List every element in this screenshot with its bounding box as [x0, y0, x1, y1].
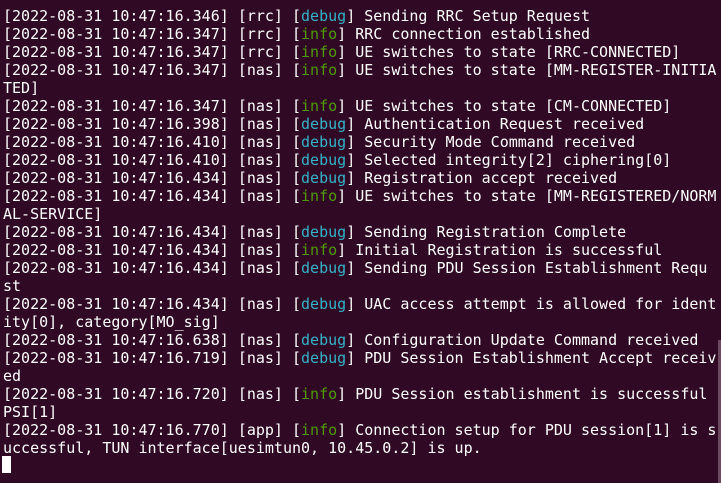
log-line: [2022-08-31 10:47:16.347] [rrc] [info] R… [3, 25, 591, 43]
log-module: [nas] [237, 133, 283, 151]
log-level: info [301, 25, 338, 43]
log-level: info [301, 61, 338, 79]
log-level: info [301, 187, 338, 205]
log-level: debug [301, 331, 347, 349]
log-line: [2022-08-31 10:47:16.347] [nas] [info] U… [3, 61, 717, 79]
log-level: debug [301, 295, 347, 313]
log-level: info [301, 241, 338, 259]
log-level: debug [301, 259, 347, 277]
log-message: PDU Session establishment is successful [355, 385, 708, 403]
log-timestamp: [2022-08-31 10:47:16.434] [3, 169, 229, 187]
log-message: Security Mode Command received [364, 133, 636, 151]
log-line: [2022-08-31 10:47:16.434] [nas] [debug] … [3, 169, 618, 187]
log-timestamp: [2022-08-31 10:47:16.347] [3, 97, 229, 115]
log-timestamp: [2022-08-31 10:47:16.347] [3, 25, 229, 43]
log-message: Initial Registration is successful [355, 241, 663, 259]
log-level: info [301, 421, 338, 439]
log-message: PDU Session Establishment Accept receiv [364, 349, 717, 367]
log-timestamp: [2022-08-31 10:47:16.434] [3, 259, 229, 277]
log-message: UE switches to state [CM-CONNECTED] [355, 97, 672, 115]
log-module: [app] [237, 421, 283, 439]
log-line-continuation: TED] [3, 79, 40, 97]
log-message: Connection setup for PDU session[1] is s [355, 421, 717, 439]
log-message: UAC access attempt is allowed for ident [364, 295, 717, 313]
log-line-continuation: ity[0], category[MO_sig] [3, 313, 220, 331]
log-line: [2022-08-31 10:47:16.410] [nas] [debug] … [3, 133, 636, 151]
log-level: info [301, 43, 338, 61]
log-level: debug [301, 7, 347, 25]
log-message: Selected integrity[2] ciphering[0] [364, 151, 672, 169]
log-module: [rrc] [237, 43, 283, 61]
log-message: UE switches to state [MM-REGISTER-INITIA [355, 61, 717, 79]
terminal-window[interactable]: [2022-08-31 10:47:16.346] [rrc] [debug] … [0, 0, 721, 483]
log-message: RRC connection established [355, 25, 591, 43]
log-timestamp: [2022-08-31 10:47:16.434] [3, 295, 229, 313]
log-timestamp: [2022-08-31 10:47:16.347] [3, 61, 229, 79]
log-timestamp: [2022-08-31 10:47:16.638] [3, 331, 229, 349]
log-level: debug [301, 223, 347, 241]
log-timestamp: [2022-08-31 10:47:16.770] [3, 421, 229, 439]
log-module: [nas] [237, 61, 283, 79]
log-module: [rrc] [237, 25, 283, 43]
log-timestamp: [2022-08-31 10:47:16.720] [3, 385, 229, 403]
log-level: debug [301, 115, 347, 133]
log-level: debug [301, 133, 347, 151]
log-timestamp: [2022-08-31 10:47:16.434] [3, 187, 229, 205]
log-level: debug [301, 169, 347, 187]
log-module: [nas] [237, 97, 283, 115]
log-line-continuation: st [3, 277, 22, 295]
log-message: Sending PDU Session Establishment Requ [364, 259, 708, 277]
log-timestamp: [2022-08-31 10:47:16.410] [3, 151, 229, 169]
log-module: [nas] [237, 241, 283, 259]
log-line: [2022-08-31 10:47:16.410] [nas] [debug] … [3, 151, 672, 169]
log-level: info [301, 97, 338, 115]
log-module: [nas] [237, 349, 283, 367]
log-line: [2022-08-31 10:47:16.434] [nas] [info] U… [3, 187, 717, 205]
log-module: [nas] [237, 115, 283, 133]
log-line: [2022-08-31 10:47:16.434] [nas] [debug] … [3, 259, 708, 277]
log-line: [2022-08-31 10:47:16.434] [nas] [debug] … [3, 223, 627, 241]
log-timestamp: [2022-08-31 10:47:16.346] [3, 7, 229, 25]
log-level: debug [301, 151, 347, 169]
log-module: [rrc] [237, 7, 283, 25]
log-module: [nas] [237, 259, 283, 277]
log-line-continuation: PSI[1] [3, 403, 58, 421]
log-message: Registration accept received [364, 169, 618, 187]
log-line: [2022-08-31 10:47:16.638] [nas] [debug] … [3, 331, 699, 349]
log-message: UE switches to state [RRC-CONNECTED] [355, 43, 681, 61]
log-module: [nas] [237, 223, 283, 241]
log-timestamp: [2022-08-31 10:47:16.347] [3, 43, 229, 61]
log-timestamp: [2022-08-31 10:47:16.434] [3, 241, 229, 259]
log-module: [nas] [237, 151, 283, 169]
log-module: [nas] [237, 331, 283, 349]
log-message: Configuration Update Command received [364, 331, 699, 349]
log-line: [2022-08-31 10:47:16.398] [nas] [debug] … [3, 115, 645, 133]
log-level: debug [301, 349, 347, 367]
log-level: info [301, 385, 338, 403]
log-line-continuation: uccessful, TUN interface[uesimtun0, 10.4… [3, 439, 482, 457]
log-line: [2022-08-31 10:47:16.770] [app] [info] C… [3, 421, 717, 439]
log-module: [nas] [237, 169, 283, 187]
log-message: Authentication Request received [364, 115, 645, 133]
log-timestamp: [2022-08-31 10:47:16.434] [3, 223, 229, 241]
log-line: [2022-08-31 10:47:16.434] [nas] [info] I… [3, 241, 663, 259]
log-message: Sending RRC Setup Request [364, 7, 591, 25]
log-timestamp: [2022-08-31 10:47:16.719] [3, 349, 229, 367]
log-module: [nas] [237, 295, 283, 313]
log-module: [nas] [237, 385, 283, 403]
log-module: [nas] [237, 187, 283, 205]
terminal-cursor [2, 456, 11, 473]
log-line: [2022-08-31 10:47:16.719] [nas] [debug] … [3, 349, 717, 367]
log-line: [2022-08-31 10:47:16.347] [rrc] [info] U… [3, 43, 681, 61]
log-line: [2022-08-31 10:47:16.347] [nas] [info] U… [3, 97, 672, 115]
log-message: UE switches to state [MM-REGISTERED/NORM [355, 187, 717, 205]
log-line: [2022-08-31 10:47:16.434] [nas] [debug] … [3, 295, 717, 313]
log-line-continuation: ed [3, 367, 22, 385]
log-line: [2022-08-31 10:47:16.720] [nas] [info] P… [3, 385, 708, 403]
log-line: [2022-08-31 10:47:16.346] [rrc] [debug] … [3, 7, 591, 25]
log-line-continuation: AL-SERVICE] [3, 205, 103, 223]
log-message: Sending Registration Complete [364, 223, 627, 241]
log-timestamp: [2022-08-31 10:47:16.398] [3, 115, 229, 133]
log-timestamp: [2022-08-31 10:47:16.410] [3, 133, 229, 151]
